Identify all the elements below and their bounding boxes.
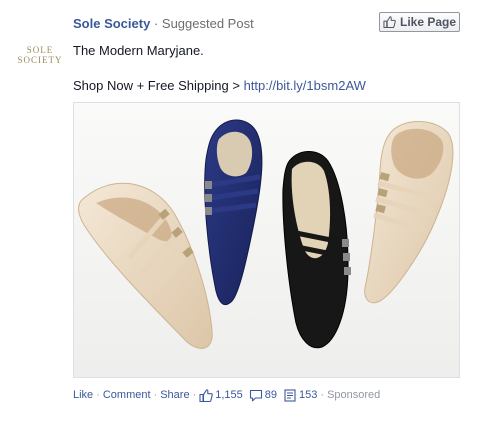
shop-line: Shop Now + Free Shipping > http://bit.ly… [73,77,366,94]
footer-separator: · [153,389,158,401]
share-link[interactable]: Share [160,388,189,402]
footer-separator: · [320,389,325,401]
footer-separator: · [96,389,100,401]
post-footer: Like · Comment · Share · 1,155 89 153 · … [73,388,380,402]
sponsored-label: Sponsored [327,389,381,401]
like-link[interactable]: Like [73,388,93,402]
speech-bubble-icon [249,389,262,401]
post-message: The Modern Maryjane. [73,43,204,58]
shares-count[interactable]: 153 [283,388,317,402]
logo-line-2: SOCIETY [17,55,63,65]
footer-separator: · [192,389,197,401]
like-page-button[interactable]: Like Page [379,12,460,32]
thumbs-up-icon [383,16,396,28]
share-doc-icon [284,388,296,402]
comment-link[interactable]: Comment [103,388,151,402]
thumbs-up-icon [199,388,214,402]
product-photo[interactable] [73,102,460,378]
likes-count-value: 1,155 [215,389,243,401]
shop-text: Shop Now + Free Shipping > [73,78,244,93]
shares-count-value: 153 [299,389,318,401]
comments-count-value: 89 [264,389,278,401]
post-type-label: Suggested Post [161,16,254,31]
logo-line-1: SOLE [26,45,54,55]
post-header: Sole Society · Suggested Post [73,15,254,33]
comments-count[interactable]: 89 [249,388,277,402]
like-page-label: Like Page [399,15,457,29]
shop-link[interactable]: http://bit.ly/1bsm2AW [244,78,366,93]
shoes-illustration [74,103,459,377]
page-logo[interactable]: SOLE SOCIETY [14,45,66,65]
header-separator: · [153,16,159,31]
likes-count[interactable]: 1,155 [199,388,243,402]
page-name-link[interactable]: Sole Society [73,16,150,31]
